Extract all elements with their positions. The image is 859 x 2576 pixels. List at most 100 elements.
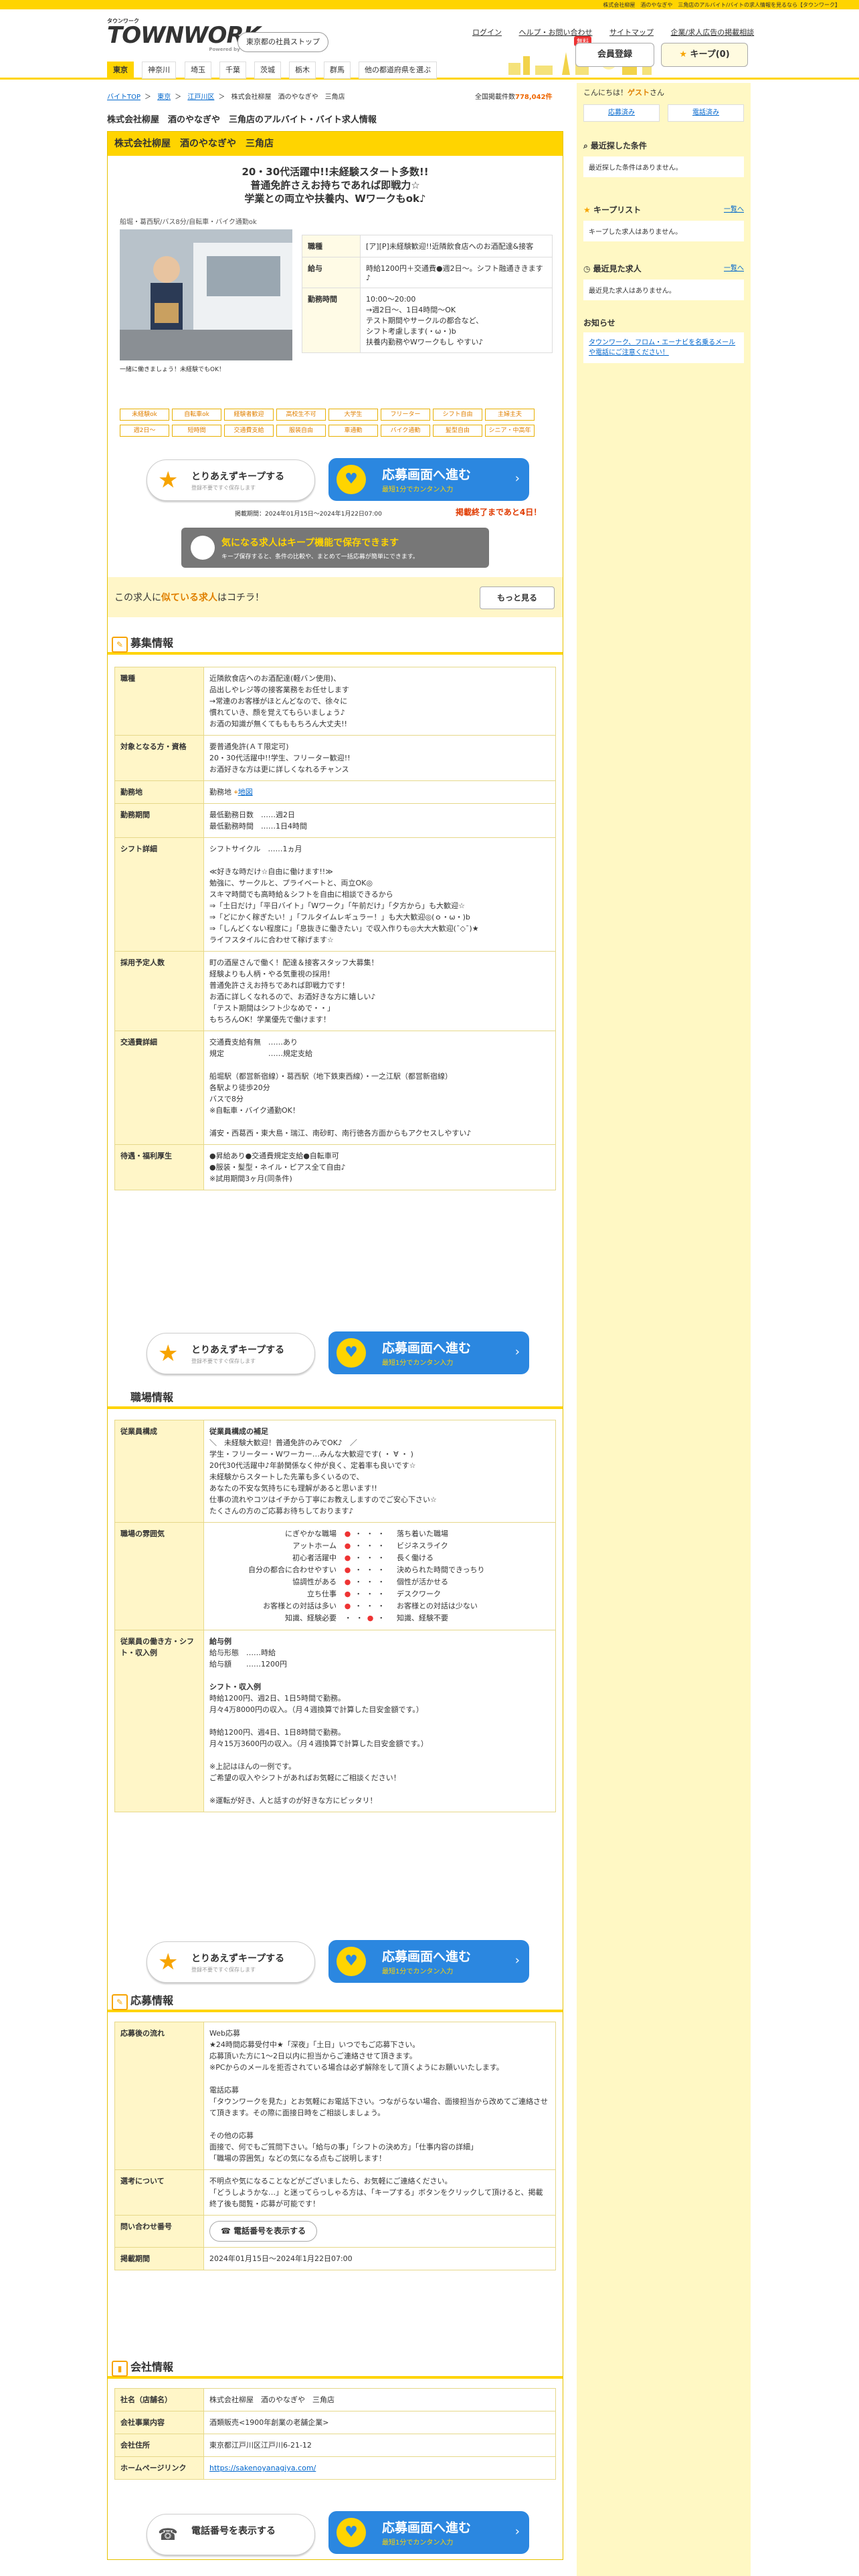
applied-button[interactable]: 応募済み [583,104,660,122]
nav-tochigi[interactable]: 栃木 [289,62,316,79]
notice-title: お知らせ [583,318,615,328]
company-table: 社名（店舗名） 株式会社柳屋 酒のやなぎや 三角店 会社事業内容 酒類販売<1900年… [114,2388,556,2480]
crumb-top[interactable]: バイトTOP [107,94,140,101]
row-value: 東京都江戸川区江戸川6-21-12 [203,2434,556,2457]
recent-conditions-heading: ⌕ 最近探した条件 [583,139,744,152]
star-icon: ★ [158,467,179,494]
composition-line: 学生・フリーター・Wワーカー…みんな大歓迎です( ・ ∀ ・ ) [209,1450,413,1459]
scale-dot: ・ [377,1590,389,1598]
nav-chiba[interactable]: 千葉 [219,62,246,79]
nav-other-pref[interactable]: 他の都道府県を選ぶ [359,62,437,79]
feature-tag: 週2日〜 [120,425,169,437]
show-phone-button[interactable]: ☎ 電話番号を表示する [209,2221,318,2242]
apply-button-3[interactable]: ♥ 応募画面へ進む 最短1分でカンタン入力 › [328,1940,529,1983]
job-photo-image [120,229,292,360]
keep-button[interactable]: ★ とりあえずキープする 登録不要ですぐ保存します [147,459,315,501]
keep-button-label: とりあえずキープする [191,471,285,482]
row-line: 船堀駅（都営新宿線）・葛西駅（地下鉄東西線）・一之江駅（都営新宿線） [209,1072,452,1081]
row-header: 勤務地 [114,780,204,804]
recent-jobs-more-link[interactable]: 一覧へ [724,262,744,276]
keep-button-2[interactable]: ★ とりあえずキープする 登録不要ですぐ保存します [147,1333,315,1374]
atmosphere-left: 立ち仕事 [307,1590,337,1598]
nav-gunma[interactable]: 群馬 [324,62,351,79]
summary-row-pay: 給与 時給1200円＋交通費●週2日〜。シフト融通ききます♪ [302,257,553,288]
row-value: 要普通免許(ＡＴ限定可) 20・30代活躍中!!学生、フリーター歓迎!! お酒好きな… [203,735,556,781]
crumb-edogawa[interactable]: 江戸川区 [187,94,214,101]
row-line: 普通免許さえお持ちであれば即戦力です！ [209,981,349,990]
crumb-tokyo[interactable]: 東京 [157,94,171,101]
scale-dot: ・ [377,1578,389,1586]
row-line: 浦安・西葛西・東大島・瑞江、南砂町、南行徳各方面からもアクセスしやすい♪ [209,1129,472,1138]
chevron-right-icon: › [514,471,520,486]
townwork-logo[interactable]: タウンワーク TOWNWORK Powered by マイナビ [107,17,261,53]
table-row: 選考について 不明点や気になることなどがございましたら、お気軽にご連絡ください。「… [114,2169,556,2216]
deadline-notice: 掲載終了まであと4日！ [456,508,542,517]
apply-button-2[interactable]: ♥ 応募画面へ進む 最短1分でカンタン入力 › [328,1331,529,1374]
see-more-button[interactable]: もっと見る [480,586,555,609]
company-top-button[interactable]: 東京都の社員ストップ [237,32,328,52]
row-line: ⇒「しんどくない程度に」「息抜きに働きたい」で収入作りも◎大大大歓迎(¯◇¯)★ [209,924,479,933]
row-line: お酒好きな方は更に詳しくなれるチャンス [209,765,349,774]
similar-em: 似ている求人 [161,593,217,603]
scale-dot: ・ [366,1553,378,1562]
job-photo[interactable] [120,229,292,360]
nav-tokyo[interactable]: 東京 [107,62,134,79]
phone-button-bottom[interactable]: ☎ 電話番号を表示する [147,2514,315,2555]
pay-example-line [209,1670,550,1681]
apply-button-4[interactable]: ♥ 応募画面へ進む 最短1分でカンタン入力 › [328,2511,529,2554]
row-line [209,1116,550,1128]
keep-button-3[interactable]: ★ とりあえずキープする 登録不要ですぐ保存します [147,1941,315,1983]
sidebar: こんにちは！ゲストさん 応募済み 電話済み ⌕ 最近探した条件 最近探した条件は… [577,83,751,2576]
nav-ibaraki[interactable]: 茨城 [254,62,281,79]
table-row: 会社住所 東京都江戸川区江戸川6-21-12 [114,2434,556,2457]
feature-tag: シフト自由 [433,409,482,421]
row-value: 株式会社柳屋 酒のやなぎや 三角店 [203,2388,556,2411]
scale-dot: ● [344,1541,355,1550]
table-row: 会社事業内容 酒類販売<1900年創業の老舗企業> [114,2411,556,2434]
homepage-link[interactable]: https://sakenoyanagiya.com/ [209,2464,316,2472]
pay-example-line: 給与例 [209,1637,231,1646]
feature-tag: 服装自由 [276,425,326,437]
workplace-th-atmosphere: 職場の雰囲気 [114,1522,204,1630]
hand-icon: ♥ [337,465,366,494]
composition-line: ＼ 未経験大歓迎！普通免許のみでOK♪ ／ [209,1438,357,1447]
atmosphere-right: 決められた時間できっちり [397,1566,485,1574]
called-button[interactable]: 電話済み [668,104,744,122]
keep-promo-banner: 気になる求人はキープ機能で保存できます キープ保存すると、条件の比較や、まとめて… [181,528,489,568]
row-line [209,855,550,866]
row-line: お酒の知識が無くてもももちろん大丈夫!! [209,720,347,728]
row-header: 社名（店舗名） [114,2388,204,2411]
top-bar-text: 株式会社柳屋 酒のやなぎや 三角店のアルバイト/バイトの求人情報を見るなら【タウ… [603,2,840,8]
row-line: 近隣飲食店へのお酒配達(軽バン使用)、 [209,674,341,683]
company-value: 酒類販売<1900年創業の老舗企業> [209,2418,329,2427]
notice-link[interactable]: タウンワーク、フロム・エーナビを名乗るメール や電話にご注意ください！ [583,332,744,363]
composition-line: 仕事の流れやコツはイチから丁寧にお教えしますのでご安心下さい☆ [209,1495,437,1504]
atmosphere-right: ビジネスライク [397,1541,448,1550]
keep-button-label: とりあえずキープする [191,1345,285,1356]
row-line: ⇒「土日だけ」「平日バイト」「Wワーク」「午前だけ」「夕方から」も大歓迎☆ [209,901,465,910]
login-link[interactable]: ログイン [472,28,502,37]
nav-kanagawa[interactable]: 神奈川 [142,62,176,79]
scale-dot: ・ [355,1553,367,1562]
phone-icon: ☎ [158,2525,178,2544]
section-title-apply-text: 応募情報 [130,1994,174,2007]
prefecture-nav: 東京 神奈川 埼玉 千葉 茨城 栃木 群馬 他の都道府県を選ぶ [0,56,859,80]
keep-list-title: キープリスト [593,205,642,215]
scale-dot: ・ [344,1614,356,1622]
nav-saitama[interactable]: 埼玉 [185,62,211,79]
summary-td-pay: 時給1200円＋交通費●週2日〜。シフト融通ききます♪ [360,257,553,288]
apply-button[interactable]: ♥ 応募画面へ進む 最短1分でカンタン入力 › [328,458,529,501]
table-row: 職種 近隣飲食店へのお酒配達(軽バン使用)、 品出しやレジ等の接客業務をお任せします… [114,667,556,736]
scale-dot: ● [344,1578,355,1586]
row-line: シフトサイクル ……1ヵ月 [209,845,302,853]
row-line: 応募頂いた方に1〜2日以内に担当からご連絡させて頂きます。 [209,2052,417,2060]
similar-pre: この求人に [114,593,161,603]
keep-list-more-link[interactable]: 一覧へ [724,203,744,217]
pay-example-line [209,1749,550,1761]
scale-dot: ● [367,1614,378,1622]
sitemap-link[interactable]: サイトマップ [609,28,654,37]
row-line: 「どうしようかな…」と迷ってらっしゃる方は、「キープする」ボタンをクリックして頂… [209,2188,543,2208]
ad-consult-link[interactable]: 企業/求人広告の掲載相談 [671,28,755,37]
composition-line: 未経験からスタートした先輩も多くいるので、 [209,1473,364,1481]
map-link[interactable]: 地図 [238,788,253,796]
